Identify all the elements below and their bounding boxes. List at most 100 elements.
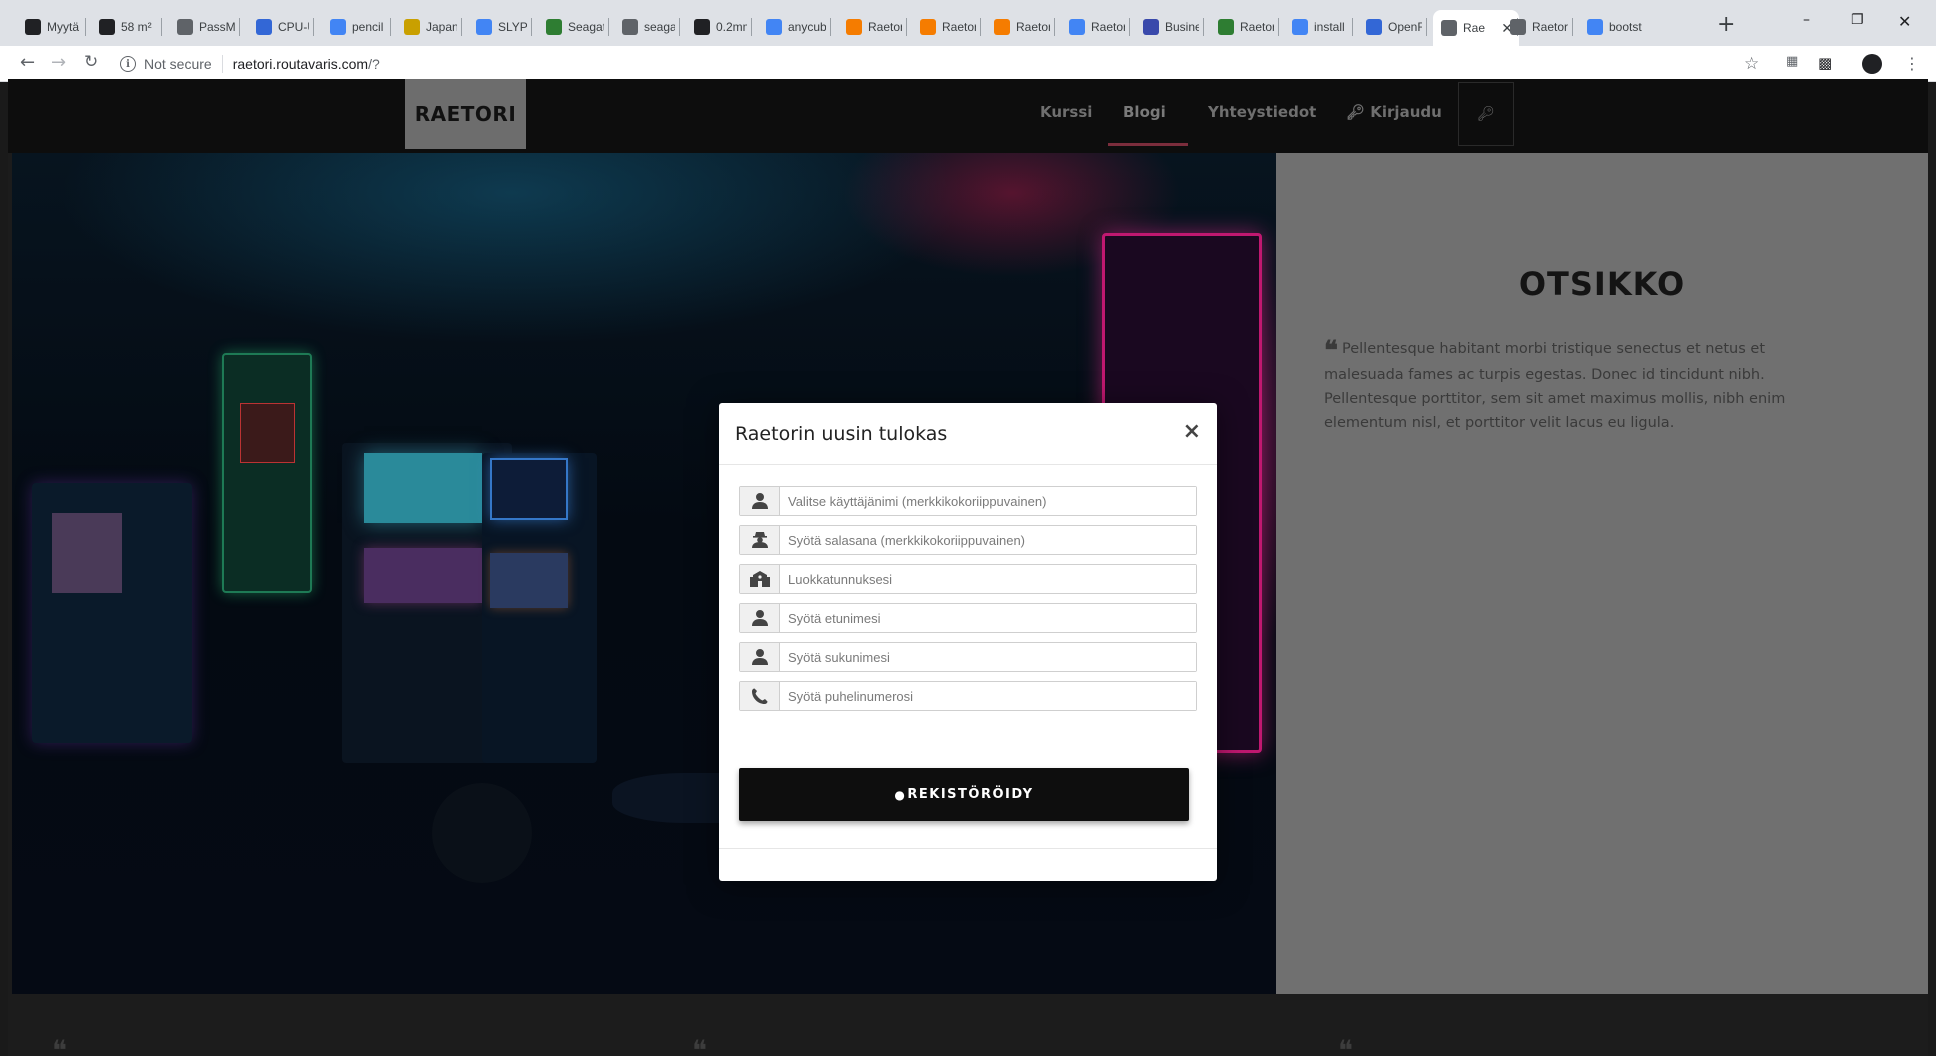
nav-kirjaudu[interactable]: 🔑︎ Kirjaudu bbox=[1346, 103, 1442, 121]
tab-title: CPU-U bbox=[278, 20, 309, 34]
tab-separator bbox=[313, 18, 314, 36]
browser-tab[interactable]: anycub bbox=[758, 10, 832, 44]
browser-tab[interactable]: 0.2mm bbox=[686, 10, 753, 44]
info-icon[interactable]: i bbox=[120, 56, 136, 72]
browser-tab[interactable]: Busine bbox=[1135, 10, 1205, 44]
browser-tab[interactable]: Raetor bbox=[838, 10, 908, 44]
username-input[interactable] bbox=[780, 487, 1196, 515]
tab-separator bbox=[390, 18, 391, 36]
last-name-field bbox=[739, 642, 1197, 672]
browser-tab[interactable]: PassM bbox=[169, 10, 241, 44]
tab-separator bbox=[1129, 18, 1130, 36]
tab-title: Raetor bbox=[1240, 20, 1274, 34]
tab-title: install bbox=[1314, 20, 1345, 34]
tab-title: Raetor bbox=[868, 20, 902, 34]
bookmark-star-icon[interactable]: ☆ bbox=[1744, 54, 1759, 74]
menu-dots-icon[interactable]: ⋮ bbox=[1904, 54, 1920, 73]
tab-title: PassM bbox=[199, 20, 235, 34]
tab-title: Myytä bbox=[47, 20, 80, 34]
reload-icon[interactable]: ↻ bbox=[84, 52, 98, 72]
page-icon bbox=[1441, 20, 1457, 36]
restore-icon[interactable]: ❐ bbox=[1851, 12, 1864, 28]
browser-toolbar: ← → ↻ i Not secure raetori.routavaris.co… bbox=[0, 46, 1936, 82]
tab-title: Raetor bbox=[1091, 20, 1125, 34]
phone-input[interactable] bbox=[780, 682, 1196, 710]
browser-tab[interactable]: pencil bbox=[322, 10, 392, 44]
nav-yhteystiedot[interactable]: Yhteystiedot bbox=[1208, 103, 1316, 121]
modal-close-button[interactable]: × bbox=[1183, 419, 1201, 444]
quote-icon: ❝ bbox=[692, 1034, 708, 1056]
browser-tab[interactable]: Raetor bbox=[912, 10, 982, 44]
browser-tab[interactable]: install bbox=[1284, 10, 1354, 44]
browser-tab[interactable]: CPU-U bbox=[248, 10, 315, 44]
tab-title: Japane bbox=[426, 20, 457, 34]
browser-tab[interactable]: Raetor bbox=[986, 10, 1056, 44]
docs-icon bbox=[1069, 19, 1085, 35]
last-name-input[interactable] bbox=[780, 643, 1196, 671]
browser-tab[interactable]: Japane bbox=[396, 10, 463, 44]
profile-avatar[interactable] bbox=[1862, 54, 1882, 74]
tab-separator bbox=[161, 18, 162, 36]
tab-separator bbox=[1278, 18, 1279, 36]
google-icon bbox=[476, 19, 492, 35]
footer-band: ❝ ❝ ❝ bbox=[8, 994, 1928, 1056]
nav-kurssi[interactable]: Kurssi bbox=[1040, 103, 1092, 121]
website: RAETORI Kurssi Blogi Yhteystiedot 🔑︎ Kir… bbox=[8, 79, 1928, 1056]
first-name-input[interactable] bbox=[780, 604, 1196, 632]
browser-tab[interactable]: SLYPN bbox=[468, 10, 533, 44]
browser-tab[interactable]: Myytä bbox=[17, 10, 87, 44]
window-close-icon[interactable]: ✕ bbox=[1898, 12, 1911, 31]
tab-separator bbox=[239, 18, 240, 36]
minimize-icon[interactable]: – bbox=[1803, 12, 1810, 28]
password-input[interactable] bbox=[780, 526, 1196, 554]
google-icon bbox=[330, 19, 346, 35]
nav-blogi[interactable]: Blogi bbox=[1123, 103, 1166, 121]
class-code-input[interactable] bbox=[780, 565, 1196, 593]
tab-separator bbox=[85, 18, 86, 36]
active-nav-indicator bbox=[1108, 143, 1188, 146]
school-icon bbox=[740, 565, 780, 593]
nav-key-button[interactable]: 🔑︎ bbox=[1458, 82, 1514, 146]
user-icon bbox=[740, 487, 780, 515]
quote-icon: ❝ bbox=[1324, 336, 1338, 366]
browser-tab[interactable]: bootst bbox=[1579, 10, 1651, 44]
tab-title: bootst bbox=[1609, 20, 1642, 34]
password-field bbox=[739, 525, 1197, 555]
tab-separator bbox=[1572, 18, 1573, 36]
tab-separator bbox=[1426, 18, 1427, 36]
browser-tab[interactable]: Raetor bbox=[1061, 10, 1131, 44]
browser-tab[interactable]: Raetor bbox=[1210, 10, 1280, 44]
seagate-icon bbox=[546, 19, 562, 35]
tab-separator bbox=[608, 18, 609, 36]
qr-icon[interactable]: ▦ bbox=[1786, 54, 1798, 69]
url-text[interactable]: raetori.routavaris.com/? bbox=[233, 56, 380, 72]
first-name-field bbox=[739, 603, 1197, 633]
tab-separator bbox=[906, 18, 907, 36]
extension-icon[interactable]: ▩ bbox=[1818, 54, 1832, 72]
new-tab-button[interactable]: + bbox=[1717, 12, 1735, 37]
side-panel: OTSIKKO ❝ Pellentesque habitant morbi tri… bbox=[1276, 153, 1928, 994]
japan-icon bbox=[404, 19, 420, 35]
business-icon bbox=[1143, 19, 1159, 35]
tab-title: Seagat bbox=[568, 20, 604, 34]
tab-title: pencil bbox=[352, 20, 384, 34]
browser-tab[interactable]: 58 m² bbox=[91, 10, 163, 44]
lightbulb-icon: ● bbox=[894, 787, 907, 802]
browser-tab[interactable]: OpenF bbox=[1358, 10, 1428, 44]
side-title: OTSIKKO bbox=[1518, 265, 1686, 303]
raetori-icon bbox=[846, 19, 862, 35]
browser-tab[interactable]: seagat bbox=[614, 10, 681, 44]
page-icon bbox=[694, 19, 710, 35]
browser-tab[interactable]: Raetor bbox=[1502, 10, 1574, 44]
browser-tab[interactable]: Seagat bbox=[538, 10, 610, 44]
brand-logo[interactable]: RAETORI bbox=[405, 79, 526, 149]
phone-field bbox=[739, 681, 1197, 711]
modal-title: Raetorin uusin tulokas bbox=[735, 423, 948, 445]
back-icon[interactable]: ← bbox=[20, 52, 35, 73]
register-button[interactable]: ● REKISTÖRÖIDY bbox=[739, 768, 1189, 821]
tab-title: Raetor bbox=[1016, 20, 1050, 34]
user-secret-icon bbox=[740, 526, 780, 554]
address-bar[interactable]: i Not secure raetori.routavaris.com/? bbox=[120, 50, 1760, 78]
key-icon: 🔑︎ bbox=[1346, 103, 1371, 121]
forward-icon[interactable]: → bbox=[51, 52, 66, 73]
